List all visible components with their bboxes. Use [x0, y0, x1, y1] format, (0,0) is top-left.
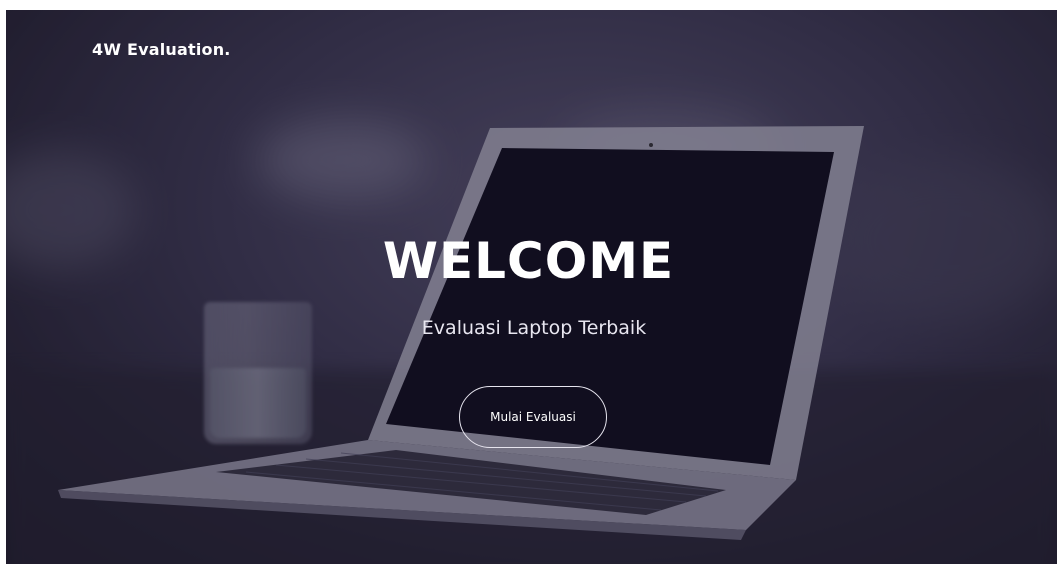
hero-subtitle: Evaluasi Laptop Terbaik: [421, 317, 647, 339]
hero-title: WELCOME: [382, 232, 675, 290]
start-evaluation-button[interactable]: Mulai Evaluasi: [459, 386, 607, 448]
brand-logo[interactable]: 4W Evaluation.: [92, 40, 231, 59]
